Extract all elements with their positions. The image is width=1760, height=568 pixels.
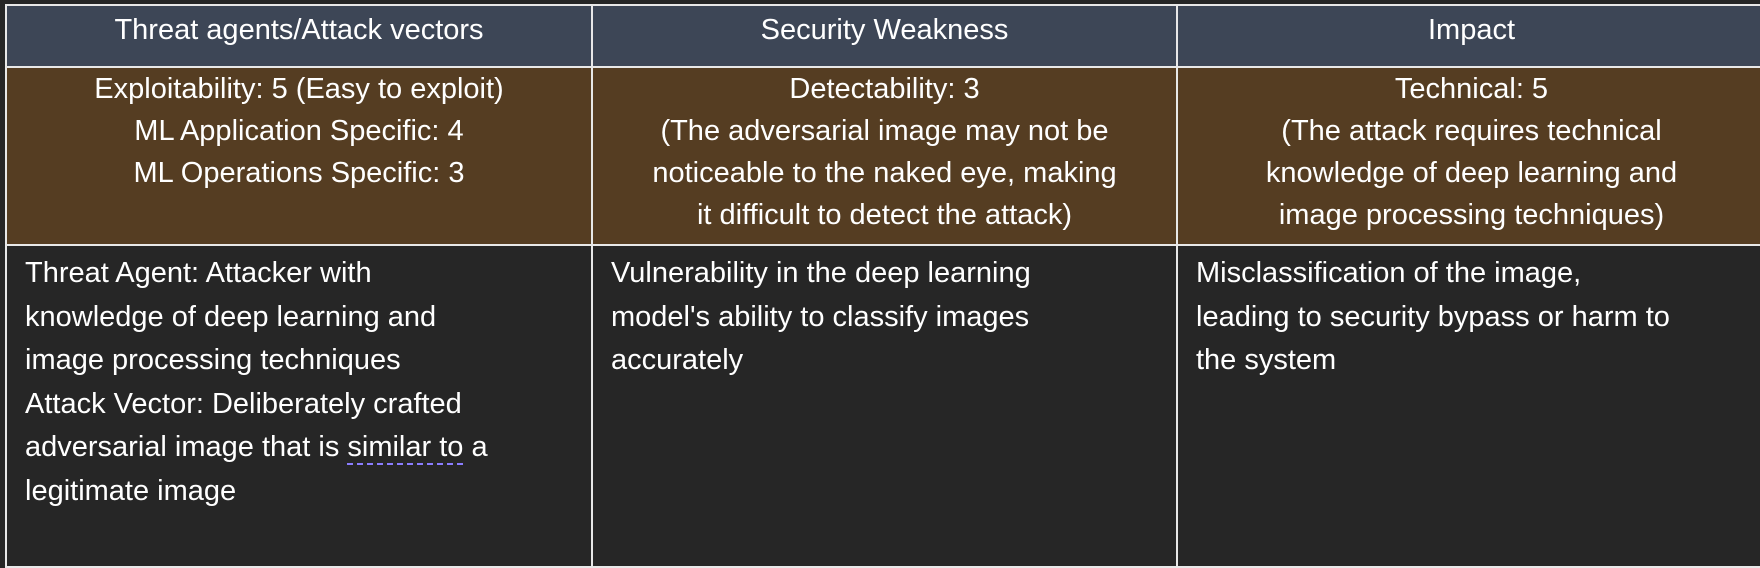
- detail-line: knowledge of deep learning and: [25, 300, 437, 333]
- detail-line: adversarial image that is similar to a: [25, 426, 573, 470]
- rating-cell-technical[interactable]: Technical: 5 (The attack requires techni…: [1176, 66, 1760, 246]
- risk-table: Threat agents/Attack vectors Security We…: [5, 4, 1760, 568]
- rating-line: (The adversarial image may not be: [660, 115, 1109, 147]
- detail-cell-vulnerability[interactable]: Vulnerability in the deep learning model…: [591, 244, 1178, 568]
- rating-line: ML Application Specific: 4: [134, 115, 464, 147]
- rating-cell-detectability[interactable]: Detectability: 3 (The adversarial image …: [591, 66, 1178, 246]
- detail-line: accurately: [611, 344, 744, 376]
- detail-cell-impact[interactable]: Misclassification of the image, leading …: [1176, 244, 1760, 568]
- header-threat-agents[interactable]: Threat agents/Attack vectors: [5, 4, 593, 68]
- detail-line: Attack Vector: Deliberately crafted: [25, 387, 462, 420]
- detail-line: Threat Agent: Attacker with: [25, 257, 372, 289]
- rating-line: it difficult to detect the attack): [696, 199, 1073, 231]
- detail-line: the system: [1196, 344, 1337, 376]
- rating-line: image processing techniques): [1278, 199, 1665, 231]
- detail-cell-threat-agent[interactable]: Threat Agent: Attacker with knowledge of…: [5, 244, 593, 568]
- detail-line: leading to security bypass or harm to: [1196, 300, 1670, 333]
- detail-line: Misclassification of the image,: [1196, 257, 1582, 289]
- detail-line-prefix: adversarial image that is: [25, 431, 348, 463]
- rating-line: Technical: 5: [1394, 73, 1549, 105]
- header-impact[interactable]: Impact: [1176, 4, 1760, 68]
- detail-line: model's ability to classify images: [611, 300, 1030, 333]
- header-security-weakness[interactable]: Security Weakness: [591, 4, 1178, 68]
- rating-line: knowledge of deep learning and: [1265, 157, 1678, 189]
- rating-line: noticeable to the naked eye, making: [652, 157, 1117, 189]
- spellcheck-underlined-text[interactable]: similar to: [347, 431, 463, 463]
- detail-row: Threat Agent: Attacker with knowledge of…: [5, 244, 1760, 568]
- rating-line: ML Operations Specific: 3: [133, 157, 465, 189]
- rating-cell-exploitability[interactable]: Exploitability: 5 (Easy to exploit) ML A…: [5, 66, 593, 246]
- detail-line: image processing techniques: [25, 344, 401, 376]
- rating-line: Detectability: 3: [789, 73, 980, 105]
- detail-line-suffix: a: [463, 431, 488, 463]
- detail-line: legitimate image: [25, 474, 237, 507]
- detail-line: Vulnerability in the deep learning: [611, 257, 1031, 289]
- header-row: Threat agents/Attack vectors Security We…: [5, 4, 1760, 68]
- rating-row: Exploitability: 5 (Easy to exploit) ML A…: [5, 66, 1760, 246]
- rating-line: Exploitability: 5 (Easy to exploit): [94, 73, 504, 105]
- rating-line: (The attack requires technical: [1281, 115, 1662, 147]
